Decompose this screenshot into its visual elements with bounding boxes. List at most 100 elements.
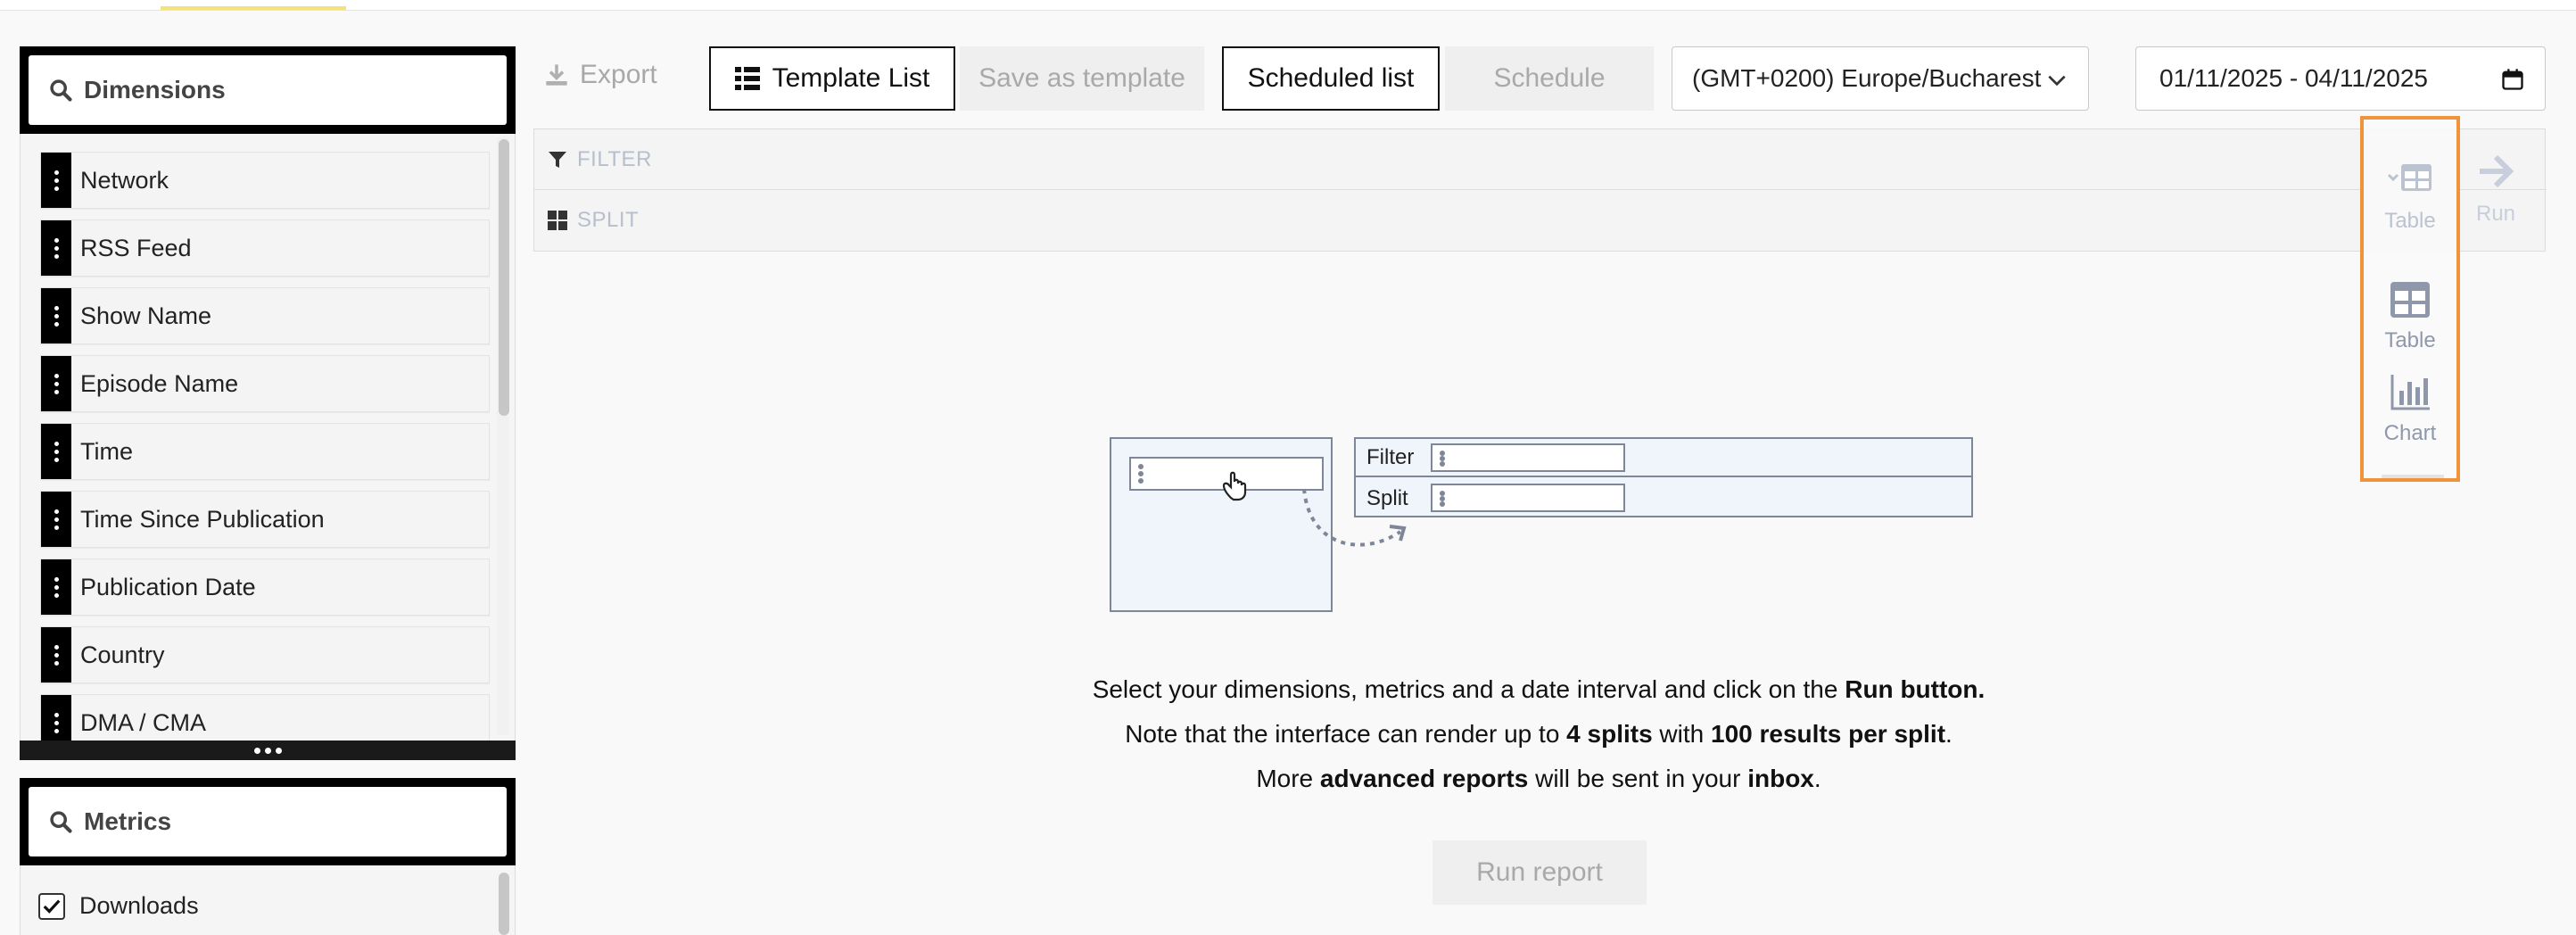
visualization-option-chart[interactable]: Chart xyxy=(2364,371,2456,446)
active-tab-indicator xyxy=(161,6,346,10)
drag-handle-icon[interactable] xyxy=(41,153,71,208)
drag-handle-icon[interactable] xyxy=(41,424,71,479)
dimensions-scrollbar-thumb[interactable] xyxy=(499,139,509,416)
dimension-item-publication-date[interactable]: Publication Date xyxy=(40,559,490,616)
drag-handle-icon[interactable] xyxy=(41,356,71,411)
filter-icon xyxy=(549,151,566,168)
date-range-input[interactable]: 01/11/2025 - 04/11/2025 xyxy=(2135,46,2546,111)
metric-label: Downloads xyxy=(79,892,199,919)
dimension-label: Time xyxy=(80,437,133,465)
drag-handle-icon[interactable] xyxy=(41,695,71,741)
filter-dropzone[interactable]: FILTER xyxy=(534,129,2547,190)
illustration-filter-split-table: Filter Split xyxy=(1354,437,1973,517)
timezone-select[interactable]: (GMT+0200) Europe/Bucharest xyxy=(1672,46,2089,111)
illustration-split-field xyxy=(1431,484,1625,512)
run-report-label: Run report xyxy=(1476,857,1603,887)
visualization-option-table[interactable]: Table xyxy=(2364,278,2456,353)
search-icon xyxy=(50,79,72,102)
downloads-checkbox[interactable] xyxy=(38,892,65,920)
chevron-down-icon xyxy=(2048,75,2066,87)
split-dropzone[interactable]: SPLIT xyxy=(534,190,2547,251)
instruction-line-2: Note that the interface can render up to… xyxy=(1125,720,1953,748)
current-visualization-label: Table xyxy=(2384,209,2436,233)
drag-drop-illustration: Filter Split xyxy=(1106,435,1980,614)
timezone-value: (GMT+0200) Europe/Bucharest xyxy=(1692,64,2042,92)
illustration-filter-label: Filter xyxy=(1366,444,1415,469)
hand-cursor-icon xyxy=(1222,471,1247,501)
table-icon xyxy=(2390,282,2430,318)
dimensions-search-container: Dimensions xyxy=(20,46,516,134)
visualization-divider xyxy=(2382,475,2444,478)
dimension-item-network[interactable]: Network xyxy=(40,152,490,209)
illustration-filter-row: Filter xyxy=(1356,439,1971,477)
dimension-label: DMA / CMA xyxy=(80,708,207,736)
chart-option-label: Chart xyxy=(2383,421,2437,445)
template-list-label: Template List xyxy=(772,63,930,93)
dimension-item-dma-cma[interactable]: DMA / CMA xyxy=(40,694,490,741)
run-report-button[interactable]: Run report xyxy=(1432,840,1647,905)
filter-label: FILTER xyxy=(577,146,652,171)
grid-icon xyxy=(548,211,567,230)
illustration-filter-field xyxy=(1431,443,1625,472)
drag-handle-icon[interactable] xyxy=(41,288,71,343)
illustration-split-row: Split xyxy=(1356,479,1971,517)
checkmark-icon xyxy=(43,898,61,914)
drag-handle-icon[interactable] xyxy=(41,220,71,276)
split-label: SPLIT xyxy=(577,208,640,232)
dimension-label: RSS Feed xyxy=(80,234,192,261)
calendar-icon xyxy=(2502,69,2523,90)
filter-split-area: FILTER SPLIT xyxy=(533,128,2547,252)
drag-handle-icon[interactable] xyxy=(41,492,71,547)
instruction-line-3: More advanced reports will be sent in yo… xyxy=(1256,765,1821,792)
dimension-label: Show Name xyxy=(80,302,212,329)
dimension-label: Episode Name xyxy=(80,369,239,397)
template-list-button[interactable]: Template List xyxy=(709,46,955,111)
illustration-split-label: Split xyxy=(1366,485,1408,510)
metrics-list: Downloads xyxy=(20,865,516,935)
metrics-search-container: Metrics xyxy=(20,778,516,865)
run-button[interactable]: Run xyxy=(2460,150,2531,239)
arrow-right-icon xyxy=(2480,154,2514,188)
schedule-button[interactable]: Schedule xyxy=(1445,46,1654,111)
metric-item-downloads[interactable]: Downloads xyxy=(38,892,199,920)
metrics-scrollbar-thumb[interactable] xyxy=(499,873,509,935)
table-dropdown-icon xyxy=(2387,164,2432,191)
dimension-item-show-name[interactable]: Show Name xyxy=(40,287,490,344)
dimension-item-time-since-publication[interactable]: Time Since Publication xyxy=(40,491,490,548)
schedule-label: Schedule xyxy=(1493,63,1606,93)
resize-grip-icon[interactable] xyxy=(20,741,516,760)
bar-chart-icon xyxy=(2390,375,2430,410)
instruction-line-1: Select your dimensions, metrics and a da… xyxy=(1092,675,1986,703)
search-icon xyxy=(50,811,72,833)
run-label: Run xyxy=(2475,202,2516,226)
dimension-item-country[interactable]: Country xyxy=(40,626,490,683)
export-label: Export xyxy=(580,60,657,89)
date-range-value: 01/11/2025 - 04/11/2025 xyxy=(2159,64,2428,92)
dimension-item-time[interactable]: Time xyxy=(40,423,490,480)
scheduled-list-button[interactable]: Scheduled list xyxy=(1222,46,1440,111)
dimensions-list: Network RSS Feed Show Name Episode Name … xyxy=(20,134,516,741)
drag-handle-icon[interactable] xyxy=(41,627,71,683)
dimensions-search-input[interactable]: Dimensions xyxy=(29,55,507,125)
download-icon xyxy=(546,64,567,86)
drag-handle-icon[interactable] xyxy=(41,559,71,615)
visualization-dropdown-toggle[interactable]: Table xyxy=(2364,159,2456,234)
save-as-template-label: Save as template xyxy=(978,63,1185,93)
save-as-template-button[interactable]: Save as template xyxy=(960,46,1204,111)
dimension-label: Publication Date xyxy=(80,573,256,600)
illustration-dimensions-box xyxy=(1110,437,1333,612)
scheduled-list-label: Scheduled list xyxy=(1247,63,1415,93)
dimension-item-episode-name[interactable]: Episode Name xyxy=(40,355,490,412)
top-strip xyxy=(0,0,2576,11)
dimension-label: Country xyxy=(80,641,165,668)
instructions-text: Select your dimensions, metrics and a da… xyxy=(892,667,2185,801)
visualization-selector: Table Table Chart xyxy=(2360,116,2460,482)
metrics-search-label: Metrics xyxy=(84,807,172,835)
dimension-item-rss-feed[interactable]: RSS Feed xyxy=(40,219,490,277)
metrics-search-input[interactable]: Metrics xyxy=(29,787,507,856)
list-icon xyxy=(734,67,760,90)
export-button[interactable]: Export xyxy=(544,54,657,96)
dimension-label: Network xyxy=(80,166,169,194)
dimension-label: Time Since Publication xyxy=(80,505,325,533)
dimensions-search-label: Dimensions xyxy=(84,76,226,103)
